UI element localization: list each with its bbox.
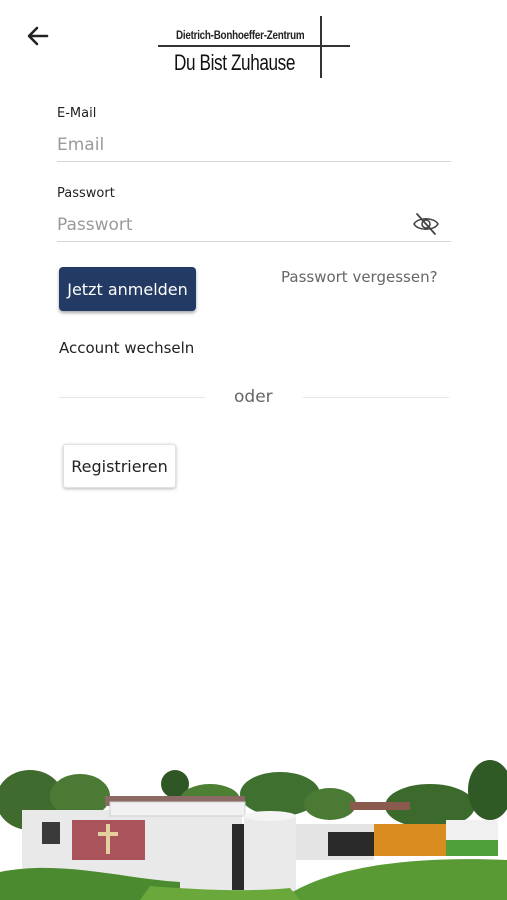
logo-line-2: Du Bist Zuhause	[174, 50, 296, 75]
arrow-left-icon	[27, 26, 49, 46]
forgot-password-link[interactable]: Passwort vergessen?	[281, 268, 438, 286]
church-building-image	[0, 760, 507, 900]
switch-account-link[interactable]: Account wechseln	[59, 339, 194, 357]
password-label: Passwort	[57, 186, 115, 201]
password-field[interactable]	[57, 208, 451, 242]
logo-line-1: Dietrich-Bonhoeffer-Zentrum	[176, 28, 305, 42]
logo-cross-vertical	[320, 16, 322, 78]
separator-line-right	[303, 397, 449, 398]
logo: Dietrich-Bonhoeffer-Zentrum Du Bist Zuha…	[158, 16, 350, 78]
email-label: E-Mail	[57, 106, 97, 121]
separator-line-left	[59, 397, 205, 398]
back-button[interactable]	[22, 20, 54, 52]
toggle-password-visibility-button[interactable]	[412, 211, 440, 237]
separator-label: oder	[234, 387, 273, 407]
logo-cross-horizontal	[158, 45, 350, 47]
eye-off-icon	[413, 213, 439, 235]
email-field[interactable]	[57, 128, 451, 162]
login-button[interactable]: Jetzt anmelden	[59, 267, 196, 311]
register-button[interactable]: Registrieren	[63, 444, 176, 488]
